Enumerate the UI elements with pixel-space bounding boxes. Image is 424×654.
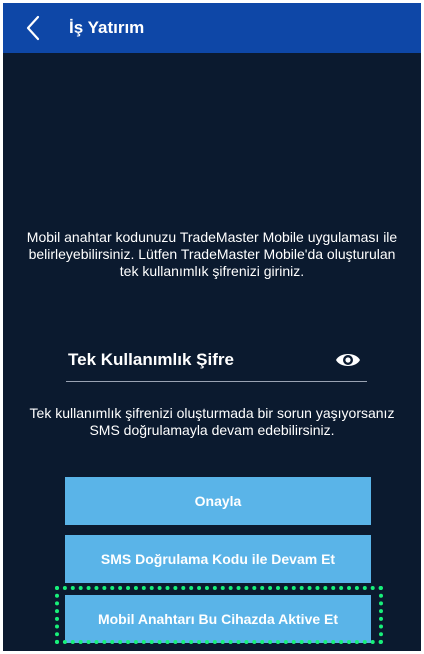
info-text: Mobil anahtar kodunuzu TradeMaster Mobil… xyxy=(26,229,398,279)
page-title: İş Yatırım xyxy=(69,18,145,37)
sms-verification-button[interactable]: SMS Doğrulama Kodu ile Devam Et xyxy=(65,535,371,583)
one-time-password-input[interactable] xyxy=(66,341,323,379)
back-button[interactable] xyxy=(3,3,63,53)
confirm-button[interactable]: Onayla xyxy=(65,477,371,525)
app-bar: İş Yatırım xyxy=(3,3,421,53)
help-text: Tek kullanımlık şifrenizi oluşturmada bi… xyxy=(29,405,395,438)
app-screen: İş Yatırım Mobil anahtar kodunuzu TradeM… xyxy=(3,3,421,651)
toggle-password-visibility-button[interactable] xyxy=(335,349,361,371)
chevron-left-icon xyxy=(26,15,40,41)
activate-mobile-key-button[interactable]: Mobil Anahtarı Bu Cihazda Aktive Et xyxy=(65,595,371,643)
password-field xyxy=(66,341,367,382)
eye-icon xyxy=(336,354,360,366)
